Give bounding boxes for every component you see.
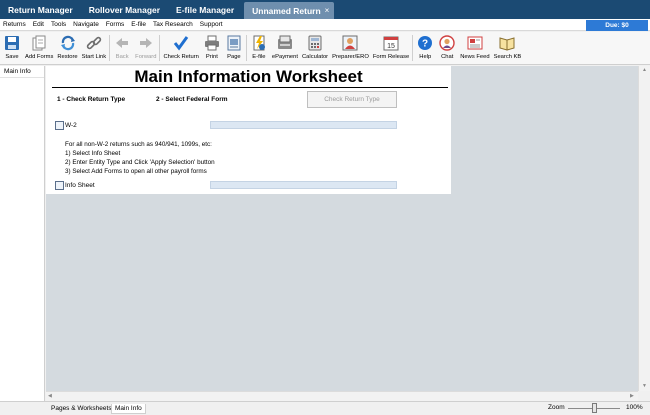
title-divider bbox=[52, 87, 448, 88]
page-icon bbox=[225, 34, 243, 52]
start-link-button[interactable]: Start Link bbox=[80, 32, 109, 63]
calculator-button[interactable]: Calculator bbox=[300, 32, 330, 63]
status-bar: Pages & Worksheets Main Info Zoom 100% bbox=[0, 401, 650, 415]
save-button[interactable]: Save bbox=[1, 32, 23, 63]
page-button[interactable]: Page bbox=[223, 32, 245, 63]
tab-return-manager[interactable]: Return Manager bbox=[0, 0, 81, 19]
horizontal-scrollbar[interactable]: ◀ ▶ bbox=[46, 391, 638, 401]
tab-unnamed-return-label: Unnamed Return bbox=[252, 5, 321, 16]
chat-icon bbox=[438, 34, 456, 52]
info-sheet-checkbox[interactable] bbox=[55, 181, 64, 190]
printer-icon bbox=[203, 34, 221, 52]
efile-icon bbox=[250, 34, 268, 52]
info-sheet-label: Info Sheet bbox=[65, 182, 95, 189]
back-button[interactable]: Back bbox=[111, 32, 133, 63]
instruction-line: For all non-W-2 returns such as 940/941,… bbox=[65, 141, 212, 148]
zoom-value: 100% bbox=[626, 404, 643, 411]
check-return-type-button[interactable]: Check Return Type bbox=[307, 91, 397, 108]
menu-efile[interactable]: E-file bbox=[128, 21, 150, 28]
scroll-left-icon[interactable]: ◀ bbox=[48, 393, 52, 399]
news-feed-button[interactable]: News Feed bbox=[458, 32, 491, 63]
checkmark-icon bbox=[172, 34, 190, 52]
epayment-icon bbox=[276, 34, 294, 52]
forward-arrow-icon bbox=[137, 34, 155, 52]
page-title: Main Information Worksheet bbox=[134, 67, 363, 86]
efile-button[interactable]: E-file bbox=[248, 32, 270, 63]
news-icon bbox=[466, 34, 484, 52]
form-release-button[interactable]: 15 Form Release bbox=[371, 32, 411, 63]
menu-tax-research[interactable]: Tax Research bbox=[150, 21, 197, 28]
preparer-ero-button[interactable]: Preparer/ERO bbox=[330, 32, 371, 63]
tab-main-info[interactable]: Main Info bbox=[111, 404, 146, 414]
forward-button[interactable]: Forward bbox=[133, 32, 158, 63]
menu-tools[interactable]: Tools bbox=[48, 21, 70, 28]
menu-navigate[interactable]: Navigate bbox=[70, 21, 103, 28]
scroll-up-icon[interactable]: ▲ bbox=[642, 67, 647, 73]
chat-button[interactable]: Chat bbox=[436, 32, 458, 63]
menu-edit[interactable]: Edit bbox=[30, 21, 48, 28]
zoom-slider-thumb[interactable] bbox=[592, 403, 597, 413]
menu-support[interactable]: Support bbox=[197, 21, 227, 28]
zoom-label: Zoom bbox=[548, 404, 565, 411]
menu-returns[interactable]: Returns bbox=[0, 21, 30, 28]
menu-bar: Returns Edit Tools Navigate Forms E-file… bbox=[0, 19, 650, 31]
toolbar-divider bbox=[412, 35, 414, 61]
print-button[interactable]: Print bbox=[201, 32, 223, 63]
epayment-button[interactable]: ePayment bbox=[270, 32, 300, 63]
step-1-label: 1 - Check Return Type bbox=[57, 96, 126, 103]
book-icon bbox=[498, 34, 516, 52]
link-icon bbox=[85, 34, 103, 52]
w2-form-field[interactable] bbox=[210, 121, 397, 129]
help-button[interactable]: ? Help bbox=[414, 32, 436, 63]
main-info-worksheet: Main Information Worksheet 1 - Check Ret… bbox=[46, 66, 451, 194]
app-tab-bar: Return Manager Rollover Manager E-file M… bbox=[0, 0, 650, 19]
toolbar: Save Add Forms Restore Start Link Back F… bbox=[0, 32, 650, 65]
step-2-label: 2 - Select Federal Form bbox=[156, 96, 228, 103]
w2-label: W-2 bbox=[65, 122, 77, 129]
tab-unnamed-return[interactable]: Unnamed Return × bbox=[244, 2, 335, 19]
tree-item-main-info[interactable]: Main Info bbox=[0, 66, 44, 78]
svg-text:?: ? bbox=[422, 39, 428, 50]
preparer-icon bbox=[341, 34, 359, 52]
tab-rollover-manager[interactable]: Rollover Manager bbox=[81, 0, 168, 19]
toolbar-divider bbox=[109, 35, 111, 61]
restore-icon bbox=[59, 34, 77, 52]
add-forms-icon bbox=[30, 34, 48, 52]
w2-checkbox[interactable] bbox=[55, 121, 64, 130]
info-sheet-field[interactable] bbox=[210, 181, 397, 189]
instruction-line: 1) Select Info Sheet bbox=[65, 150, 121, 157]
check-return-button[interactable]: Check Return bbox=[161, 32, 200, 63]
add-forms-button[interactable]: Add Forms bbox=[23, 32, 55, 63]
save-icon bbox=[3, 34, 21, 52]
calendar-icon: 15 bbox=[382, 34, 400, 52]
toolbar-divider bbox=[245, 35, 247, 61]
search-kb-button[interactable]: Search KB bbox=[492, 32, 524, 63]
scroll-down-icon[interactable]: ▼ bbox=[642, 383, 647, 389]
scroll-right-icon[interactable]: ▶ bbox=[630, 393, 634, 399]
restore-button[interactable]: Restore bbox=[55, 32, 79, 63]
workspace: Main Information Worksheet 1 - Check Ret… bbox=[46, 66, 638, 391]
toolbar-divider bbox=[159, 35, 161, 61]
instruction-line: 2) Enter Entity Type and Click 'Apply Se… bbox=[65, 159, 215, 166]
calculator-icon bbox=[306, 34, 324, 52]
help-icon: ? bbox=[416, 34, 434, 52]
tab-efile-manager[interactable]: E-file Manager bbox=[168, 0, 242, 19]
tab-pages-worksheets[interactable]: Pages & Worksheets bbox=[48, 404, 115, 413]
instructions: For all non-W-2 returns such as 940/941,… bbox=[65, 140, 215, 176]
svg-text:15: 15 bbox=[387, 43, 395, 50]
instruction-line: 3) Select Add Forms to open all other pa… bbox=[65, 168, 207, 175]
back-arrow-icon bbox=[113, 34, 131, 52]
vertical-scrollbar[interactable]: ▲ ▼ bbox=[638, 66, 650, 391]
due-badge[interactable]: Due: $0 bbox=[586, 20, 648, 31]
close-icon[interactable]: × bbox=[325, 6, 330, 15]
menu-forms[interactable]: Forms bbox=[103, 21, 128, 28]
forms-tree-panel: Main Info bbox=[0, 66, 45, 401]
